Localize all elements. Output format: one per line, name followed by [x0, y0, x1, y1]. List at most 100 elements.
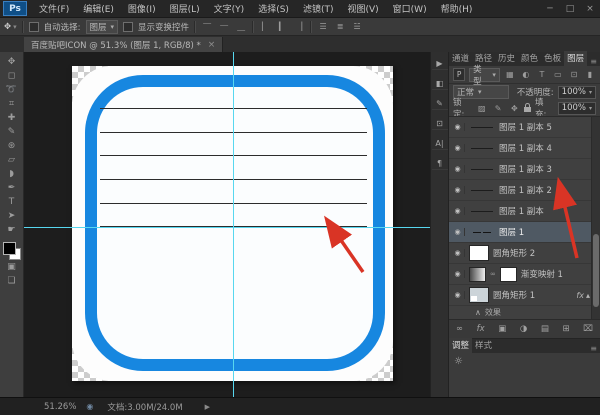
panel-menu-icon[interactable]: ≡	[590, 344, 600, 353]
character-panel-icon[interactable]: A|	[432, 137, 448, 150]
quick-mask-icon[interactable]: ▣	[2, 260, 22, 274]
layer-row[interactable]: ◉ ∞ 渐变映射 1	[449, 264, 600, 285]
menu-edit[interactable]: 编辑(E)	[76, 2, 121, 15]
document-tab[interactable]: 百度贴吧ICON @ 51.3% (图层 1, RGB/8) * ×	[24, 37, 223, 52]
minimize-button[interactable]: ─	[540, 4, 560, 14]
brush-panel-icon[interactable]: ✎	[432, 97, 448, 110]
layer-fx-badge[interactable]: fx▴	[576, 291, 590, 300]
menu-help[interactable]: 帮助(H)	[434, 2, 480, 15]
filter-kind-dropdown[interactable]: 类型	[469, 68, 500, 82]
actions-panel-icon[interactable]: ▶	[432, 57, 448, 70]
paragraph-panel-icon[interactable]: ¶	[432, 157, 448, 170]
layer-row[interactable]: ◉ 图层 1 副本 3	[449, 159, 600, 180]
show-transform-checkbox[interactable]	[123, 22, 133, 32]
screen-mode-icon[interactable]: ❏	[2, 274, 22, 288]
horizontal-guide[interactable]	[24, 227, 430, 228]
new-group-icon[interactable]: ▤	[541, 324, 549, 334]
visibility-eye-icon[interactable]: ◉	[451, 228, 465, 236]
visibility-eye-icon[interactable]: ◉	[451, 207, 465, 215]
tool-preset-picker[interactable]: ✥	[4, 22, 17, 32]
adjustments-panel-icon[interactable]: ◧	[432, 77, 448, 90]
lasso-tool[interactable]: ➰	[2, 83, 22, 97]
align-right-edges-icon[interactable]: ▕	[293, 22, 305, 31]
filter-toggle-icon[interactable]: ▮	[584, 70, 596, 79]
filter-pick-icon[interactable]: P	[453, 68, 465, 81]
eraser-tool[interactable]: ▱	[2, 153, 22, 167]
maximize-button[interactable]: □	[560, 4, 580, 14]
distribute-vertical-centers-icon[interactable]: ≣	[334, 22, 346, 31]
adjustment-layer-icon[interactable]: ◑	[520, 324, 527, 334]
visibility-eye-icon[interactable]: ◉	[451, 165, 465, 173]
clone-stamp-tool[interactable]: ⊛	[2, 139, 22, 153]
align-top-edges-icon[interactable]: ⎺	[201, 22, 213, 32]
zoom-level-field[interactable]: 51.26%	[44, 402, 76, 412]
layer-row[interactable]: ◉ 图层 1 副本 5	[449, 117, 600, 138]
layer-row-selected[interactable]: ◉ 图层 1	[449, 222, 600, 243]
menu-filter[interactable]: 滤镜(T)	[296, 2, 341, 15]
filter-type-layers-icon[interactable]: T	[536, 70, 548, 79]
move-tool[interactable]: ✥	[2, 55, 22, 69]
scrollbar-thumb[interactable]	[593, 234, 599, 307]
brush-tool[interactable]: ✎	[2, 125, 22, 139]
document-close-icon[interactable]: ×	[208, 40, 216, 50]
link-layers-icon[interactable]: ∞	[456, 324, 463, 334]
filter-smart-objects-icon[interactable]: ⊡	[568, 70, 580, 79]
crop-tool[interactable]: ⌗	[2, 97, 22, 111]
fill-field[interactable]: 100%	[558, 102, 596, 115]
menu-window[interactable]: 窗口(W)	[386, 2, 434, 15]
distribute-bottom-edges-icon[interactable]: ☱	[351, 22, 363, 31]
visibility-eye-icon[interactable]: ◉	[451, 291, 465, 299]
panel-menu-icon[interactable]: ≡	[590, 57, 600, 66]
tab-adjustments[interactable]: 调整	[449, 338, 472, 353]
auto-select-checkbox[interactable]	[29, 22, 39, 32]
brightness-contrast-adjustment-icon[interactable]: ☼	[454, 356, 463, 367]
pen-tool[interactable]: ✒	[2, 181, 22, 195]
align-left-edges-icon[interactable]: ▏	[259, 22, 271, 31]
layer-row[interactable]: ◉ 圆角矩形 2	[449, 243, 600, 264]
visibility-eye-icon[interactable]: ◉	[451, 123, 465, 131]
opacity-field[interactable]: 100%	[558, 86, 596, 99]
effects-collapse-icon[interactable]: ∧	[475, 308, 481, 317]
align-vertical-centers-icon[interactable]: ⎻	[218, 22, 230, 32]
layers-scrollbar[interactable]	[591, 117, 600, 319]
visibility-eye-icon[interactable]: ◉	[451, 186, 465, 194]
delete-layer-icon[interactable]: ⌧	[583, 324, 593, 334]
spot-healing-brush-tool[interactable]: ✚	[2, 111, 22, 125]
lock-all-icon[interactable]	[524, 107, 531, 112]
distribute-top-edges-icon[interactable]: ☰	[317, 22, 329, 31]
layer-row[interactable]: ◉ 圆角矩形 1 fx▴	[449, 285, 600, 306]
layer-style-icon[interactable]: fx	[477, 324, 485, 334]
align-bottom-edges-icon[interactable]: ⎽	[235, 22, 247, 32]
blur-tool[interactable]: ◗	[2, 167, 22, 181]
layer-row[interactable]: ◉ 图层 1 副本	[449, 201, 600, 222]
menu-select[interactable]: 选择(S)	[251, 2, 296, 15]
tab-history[interactable]: 历史	[495, 51, 518, 66]
visibility-eye-icon[interactable]: ◉	[451, 249, 465, 257]
layer-row[interactable]: ◉ 图层 1 副本 2	[449, 180, 600, 201]
filter-adjustment-layers-icon[interactable]: ◐	[520, 70, 532, 79]
menu-view[interactable]: 视图(V)	[340, 2, 385, 15]
visibility-eye-icon[interactable]: ◉	[451, 144, 465, 152]
menu-layer[interactable]: 图层(L)	[163, 2, 207, 15]
menu-file[interactable]: 文件(F)	[32, 2, 76, 15]
tab-channels[interactable]: 通道	[449, 51, 472, 66]
close-button[interactable]: ×	[580, 4, 600, 14]
visibility-eye-icon[interactable]: ◉	[451, 270, 465, 278]
layer-mask-icon[interactable]: ▣	[498, 324, 506, 334]
lock-image-pixels-icon[interactable]: ✎	[492, 104, 504, 113]
menu-type[interactable]: 文字(Y)	[207, 2, 252, 15]
menu-image[interactable]: 图像(I)	[121, 2, 163, 15]
new-layer-icon[interactable]: ⊞	[563, 324, 570, 334]
filter-pixel-layers-icon[interactable]: ▦	[504, 70, 516, 79]
vertical-guide[interactable]	[233, 52, 234, 397]
filter-shape-layers-icon[interactable]: ▭	[552, 70, 564, 79]
type-tool[interactable]: T	[2, 195, 22, 209]
tab-color[interactable]: 颜色	[518, 51, 541, 66]
auto-select-dropdown[interactable]: 图层	[86, 20, 119, 34]
tab-styles[interactable]: 样式	[472, 338, 495, 353]
tab-swatches[interactable]: 色板	[541, 51, 564, 66]
foreground-color-swatch[interactable]	[3, 242, 16, 255]
hand-tool[interactable]: ☛	[2, 223, 22, 237]
effects-row[interactable]: ∧ 效果	[449, 306, 600, 319]
status-options-arrow-icon[interactable]: ▶	[205, 403, 210, 411]
